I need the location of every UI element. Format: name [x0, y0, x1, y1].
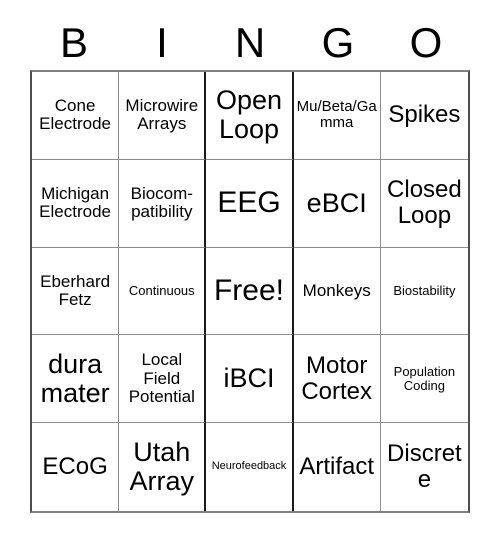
bingo-cell-label: Cone Electrode: [39, 96, 111, 134]
bingo-cell[interactable]: Utah Array: [119, 423, 207, 511]
bingo-cell[interactable]: Mu/Beta/Gamma: [293, 72, 381, 160]
bingo-cell[interactable]: Microwire Arrays: [119, 72, 207, 160]
bingo-header-row: B I N G O: [30, 17, 470, 69]
bingo-cell[interactable]: EEG: [206, 159, 294, 248]
bingo-cell[interactable]: Discrete: [380, 423, 468, 511]
bingo-cell[interactable]: iBCI: [206, 335, 294, 424]
bingo-cell[interactable]: Monkeys: [293, 247, 381, 336]
bingo-cell-free-space[interactable]: Free!: [206, 247, 294, 336]
header-letter-o: O: [409, 19, 443, 66]
bingo-card: B I N G O Cone Electrode Microwire Array…: [0, 0, 500, 544]
bingo-cell-label: EEG: [217, 186, 281, 219]
bingo-cell-label: Eberhard Fetz: [40, 271, 111, 309]
bingo-cell-label: ECoG: [42, 453, 108, 481]
bingo-cell[interactable]: eBCI: [293, 159, 381, 248]
bingo-cell[interactable]: Motor Cortex: [293, 335, 381, 424]
bingo-cell-label: Population Coding: [393, 363, 456, 393]
bingo-cell-label: Open Loop: [215, 85, 283, 145]
bingo-cell[interactable]: Michigan Electrode: [32, 159, 120, 248]
bingo-cell[interactable]: Open Loop: [206, 72, 294, 160]
bingo-cell-label: Michigan Electrode: [39, 183, 111, 222]
bingo-cell[interactable]: dura mater: [32, 335, 120, 424]
bingo-cell[interactable]: Eberhard Fetz: [32, 247, 120, 336]
header-letter-g: G: [321, 19, 355, 66]
bingo-cell-label: Mu/Beta/Gamma: [296, 98, 377, 132]
bingo-cell-label: Biostability: [393, 282, 456, 298]
bingo-cell-label: Closed Loop: [387, 176, 462, 230]
bingo-cell[interactable]: Closed Loop: [380, 159, 468, 248]
bingo-cell-label: Microwire Arrays: [125, 96, 199, 134]
bingo-cell-label: Local Field Potential: [128, 350, 195, 406]
bingo-cell-label: iBCI: [223, 363, 275, 394]
bingo-cell[interactable]: Cone Electrode: [32, 72, 120, 160]
bingo-cell-label: Continuous: [128, 282, 195, 298]
header-letter-i: I: [156, 19, 168, 66]
bingo-cell-label: Biocom-patibility: [130, 183, 193, 222]
bingo-cell-label: eBCI: [306, 187, 367, 218]
bingo-cell-label: Discrete: [387, 440, 462, 494]
bingo-cell[interactable]: ECoG: [32, 423, 120, 511]
bingo-cell-label: Motor Cortex: [301, 351, 373, 405]
bingo-cell[interactable]: Biostability: [380, 247, 468, 336]
bingo-cell[interactable]: Spikes: [380, 72, 468, 160]
bingo-cell-label: dura mater: [40, 348, 110, 408]
bingo-cell-label: Neurofeedback: [211, 460, 287, 473]
bingo-cell-label: Monkeys: [302, 280, 371, 300]
bingo-cell[interactable]: Neurofeedback: [206, 423, 294, 511]
header-letter-n: N: [234, 19, 266, 66]
bingo-cell[interactable]: Biocom-patibility: [119, 159, 207, 248]
bingo-cell-label: Free!: [213, 273, 284, 307]
header-letter-b: B: [59, 19, 88, 66]
bingo-cell[interactable]: Artifact: [293, 423, 381, 511]
bingo-cell-label: Utah Array: [129, 436, 195, 497]
bingo-cell[interactable]: Local Field Potential: [119, 335, 207, 424]
bingo-cell-label: Spikes: [388, 101, 461, 129]
bingo-cell-label: Artifact: [299, 453, 375, 481]
bingo-cell[interactable]: Population Coding: [380, 335, 468, 424]
bingo-grid: Cone Electrode Microwire Arrays Open Loo…: [30, 70, 470, 513]
bingo-cell[interactable]: Continuous: [119, 247, 207, 336]
